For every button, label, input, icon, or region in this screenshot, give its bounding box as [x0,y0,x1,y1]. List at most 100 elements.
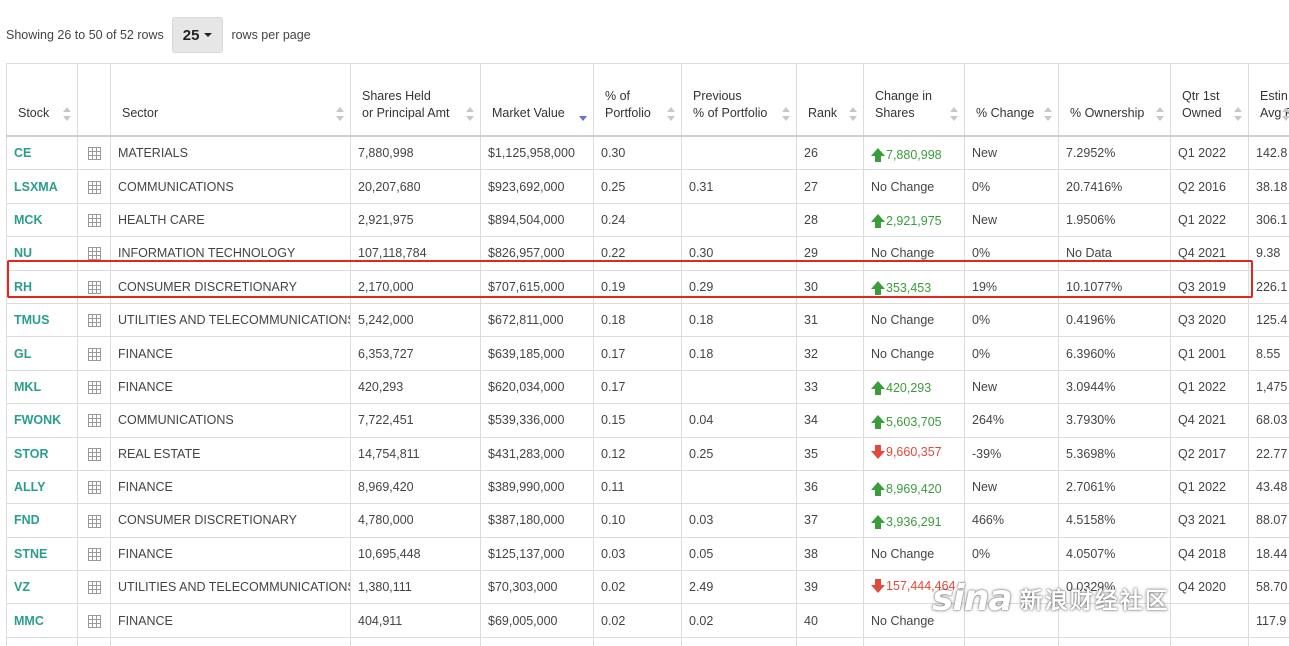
grid-icon[interactable] [87,447,101,461]
stock-cell: TMUS [6,302,78,338]
column-header-change[interactable]: % Change [964,63,1059,137]
pct-portfolio-value: 0.25 [601,179,626,194]
grid-icon[interactable] [87,381,101,395]
qtr-owned-cell: Q2 2016 [1170,169,1249,204]
sort-icon[interactable] [1156,107,1164,121]
stock-ticker-link[interactable]: ALLY [14,480,46,494]
page-size-dropdown[interactable]: 25 [171,17,224,53]
change-value: 7,880,998 [886,147,942,162]
grid-icon-cell [77,403,111,438]
grid-icon[interactable] [87,314,101,328]
stock-ticker-link[interactable]: STNE [14,547,47,561]
stock-cell: FWONK [6,403,78,438]
sort-icon[interactable] [336,107,344,121]
column-header-estin-avg-f[interactable]: EstinAvg F [1248,63,1289,137]
sort-icon[interactable] [667,107,675,121]
column-header-stock[interactable]: Stock [6,63,78,137]
sort-icon[interactable] [849,107,857,121]
market-value-value: $431,283,000 [488,446,565,461]
grid-icon[interactable] [87,581,101,595]
change-in-shares-cell: No Change [863,336,965,371]
sort-icon[interactable] [782,107,790,121]
shares-value: 8,969,420 [358,480,414,495]
pct-portfolio-cell: 0.24 [593,202,682,238]
qtr-owned-cell: Q1 2022 [1170,202,1249,238]
table-row: GL FINANCE 6,353,727 $639,185,000 0.17 0.18 32… [6,336,1289,371]
grid-icon[interactable] [87,214,101,228]
grid-icon[interactable] [87,347,101,361]
market-value-value: $69,005,000 [488,613,558,628]
prev-pct-value: 2.49 [689,580,714,595]
grid-icon[interactable] [87,147,101,161]
stock-ticker-link[interactable]: CE [14,146,31,160]
column-header-of-portfolio[interactable]: % of Portfolio [593,63,682,137]
table-row: VZ UTILITIES AND TELECOMMUNICATIONS 1,380,… [6,570,1289,605]
stock-ticker-link[interactable]: STOR [14,447,49,461]
sort-icon[interactable] [1044,107,1052,121]
pct-portfolio-cell: 0.18 [593,302,682,338]
market-value-cell: $923,692,000 [480,169,594,204]
stock-ticker-link[interactable]: LSXMA [14,180,58,194]
market-value-value: $639,185,000 [488,346,565,361]
sort-icon[interactable] [1234,107,1242,121]
sort-desc-icon[interactable] [579,107,587,121]
grid-icon[interactable] [87,514,101,528]
shares-cell: 2,921,975 [350,202,481,238]
grid-icon[interactable] [87,547,101,561]
sort-icon[interactable] [950,107,958,121]
sort-icon[interactable] [63,107,71,121]
market-value-cell: $1,125,958,000 [480,135,594,171]
rank-value: 39 [804,580,818,595]
grid-icon[interactable] [87,280,101,294]
shares-cell: 5,242,000 [350,302,481,338]
sector-cell: REAL ESTATE [110,436,351,471]
stock-ticker-link[interactable]: TMUS [14,313,49,327]
stock-ticker-link[interactable]: VZ [14,580,30,594]
stock-ticker-link[interactable]: MMC [14,614,44,628]
pct-change-cell: New [964,202,1059,238]
column-header-sector[interactable]: Sector [110,63,351,137]
column-header-qtr-1st-owned[interactable]: Qtr 1st Owned [1170,63,1249,137]
market-value-value: $620,034,000 [488,379,565,394]
pct-portfolio-cell: 0.10 [593,503,682,538]
column-header-market-value[interactable]: Market Value [480,63,594,137]
change-in-shares-cell: 7,880,998 [863,135,965,171]
market-value-cell: $125,137,000 [480,536,594,572]
grid-icon[interactable] [87,414,101,428]
prev-pct-cell: 0.18 [681,302,797,338]
stock-cell: LSXMA [6,169,78,204]
column-header-shares-held-or-principal-amt[interactable]: Shares Held or Principal Amt [350,63,481,137]
stock-ticker-link[interactable]: FWONK [14,413,61,427]
arrow-up-icon [871,414,885,429]
stock-ticker-link[interactable]: FND [14,513,40,527]
sector-cell: FINANCE [110,603,351,638]
stock-ticker-link[interactable]: NU [14,246,32,260]
change-indicator: 9,660,357 [871,445,942,460]
est-avg-cell: 8.55 [1248,336,1289,371]
column-header-previous-of-portfolio[interactable]: Previous % of Portfolio [681,63,797,137]
column-header-rank[interactable]: Rank [796,63,864,137]
table-row: STOR REAL ESTATE 14,754,811 $431,283,000 0.1… [6,436,1289,471]
table-row: ALLY FINANCE 8,969,420 $389,990,000 0.11 36 8,… [6,469,1289,505]
stock-ticker-link[interactable]: MCK [14,213,42,227]
stock-ticker-link[interactable]: MKL [14,380,41,394]
column-header-change-in-shares[interactable]: Change in Shares [863,63,965,137]
grid-icon[interactable] [87,481,101,495]
column-header-ownership[interactable]: % Ownership [1058,63,1171,137]
rank-value: 37 [804,513,818,528]
shares-cell: 2,170,000 [350,269,481,304]
sector-value: COMMUNICATIONS [118,413,234,428]
grid-icon[interactable] [87,247,101,261]
arrow-up-icon [871,214,885,229]
pct-change-value: New [972,146,998,161]
grid-icon[interactable] [87,614,101,628]
market-value-cell: $58,299,000 [480,636,594,646]
grid-icon[interactable] [87,180,101,194]
stock-ticker-link[interactable]: RH [14,280,32,294]
market-value-value: $125,137,000 [488,546,565,561]
sort-icon[interactable] [1282,107,1289,121]
sort-icon[interactable] [466,107,474,121]
stock-ticker-link[interactable]: GL [14,347,31,361]
table-row: LSXMA COMMUNICATIONS 20,207,680 $923,692,00… [6,169,1289,204]
pct-change-cell: 19% [964,269,1059,304]
